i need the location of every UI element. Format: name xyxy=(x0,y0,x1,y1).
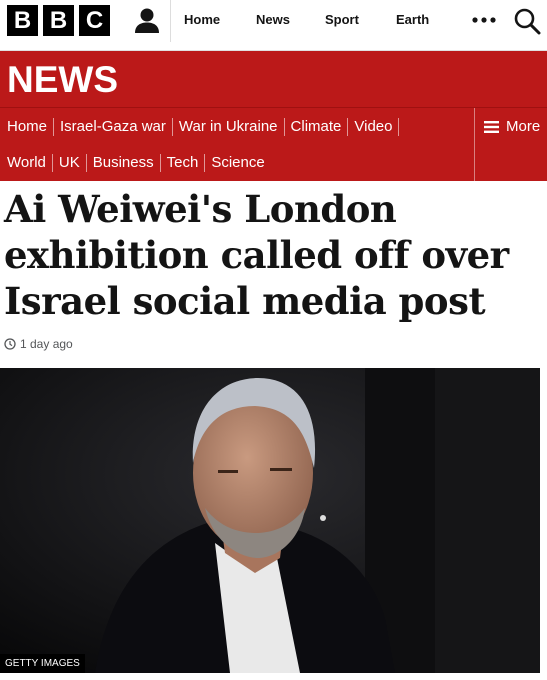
news-banner: NEWS xyxy=(0,51,547,107)
nav-item-home[interactable]: Home xyxy=(0,118,55,136)
article-headline: Ai Weiwei's London exhibition called off… xyxy=(4,187,509,323)
top-nav-home[interactable]: Home xyxy=(184,12,220,27)
top-nav-earth[interactable]: Earth xyxy=(396,12,429,27)
portrait-illustration xyxy=(0,368,540,673)
logo-letter: C xyxy=(79,5,110,36)
article-timestamp: 1 day ago xyxy=(4,337,73,351)
news-logo[interactable]: NEWS xyxy=(7,59,118,101)
logo-letter: B xyxy=(43,5,74,36)
hamburger-icon xyxy=(484,121,499,133)
more-menu-button[interactable]: More xyxy=(474,108,547,181)
more-label: More xyxy=(506,118,541,135)
nav-item-war-in-ukraine[interactable]: War in Ukraine xyxy=(173,118,285,136)
search-icon[interactable] xyxy=(513,7,541,35)
nav-item-video[interactable]: Video xyxy=(348,118,400,136)
nav-item-israel-gaza-war[interactable]: Israel-Gaza war xyxy=(54,118,173,136)
section-nav-row: Home Israel-Gaza war War in Ukraine Clim… xyxy=(0,118,400,136)
top-bar: B B C Home News Sport Earth xyxy=(0,0,547,51)
nav-item-business[interactable]: Business xyxy=(87,154,161,172)
top-nav-news[interactable]: News xyxy=(256,12,290,27)
nav-item-climate[interactable]: Climate xyxy=(285,118,349,136)
section-nav: Home Israel-Gaza war War in Ukraine Clim… xyxy=(0,107,547,181)
article-hero-image[interactable]: GETTY IMAGES xyxy=(0,368,540,673)
nav-item-world[interactable]: World xyxy=(0,154,53,172)
divider xyxy=(170,0,171,42)
nav-item-uk[interactable]: UK xyxy=(53,154,87,172)
clock-icon xyxy=(4,338,16,350)
logo-letter: B xyxy=(7,5,38,36)
timestamp-text: 1 day ago xyxy=(20,337,73,351)
nav-item-science[interactable]: Science xyxy=(205,154,270,172)
top-nav-sport[interactable]: Sport xyxy=(325,12,359,27)
nav-item-tech[interactable]: Tech xyxy=(161,154,206,172)
user-icon[interactable] xyxy=(133,6,161,34)
ellipsis-icon[interactable] xyxy=(472,16,496,24)
bbc-logo[interactable]: B B C xyxy=(7,5,110,36)
image-credit: GETTY IMAGES xyxy=(0,654,85,673)
section-nav-row: World UK Business Tech Science xyxy=(0,154,271,172)
